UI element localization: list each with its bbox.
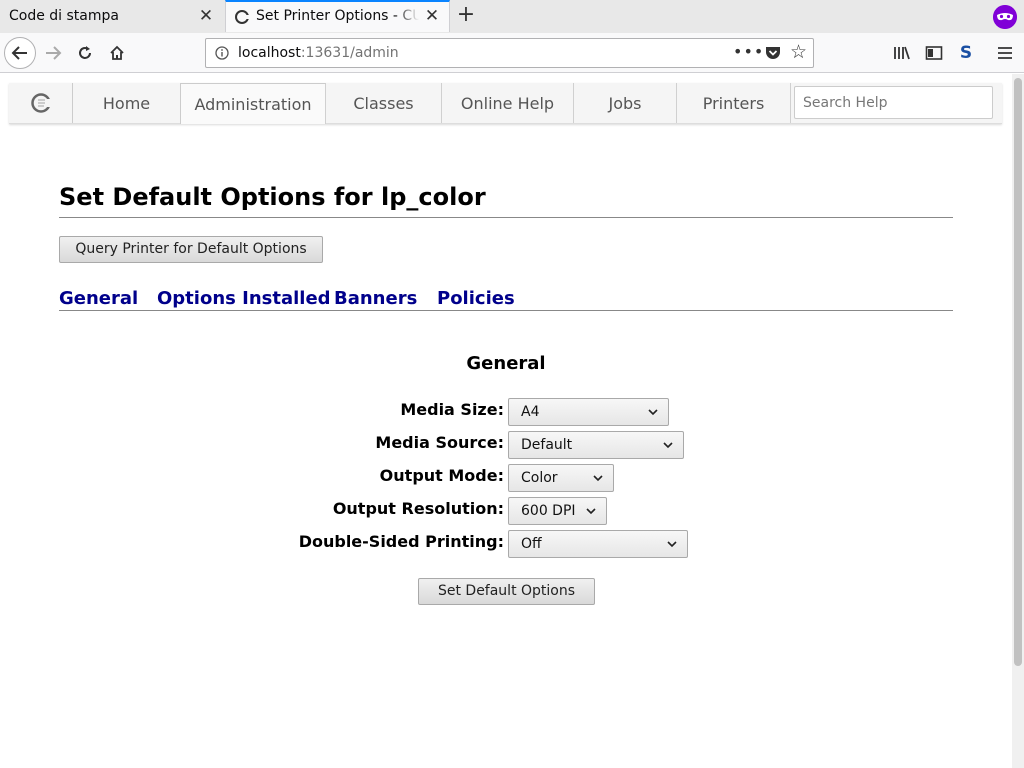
close-tab-icon[interactable]: ✕ xyxy=(422,6,442,26)
url-path: :13631/admin xyxy=(300,45,399,61)
cups-navigation-bar: Home Administration Classes Online Help … xyxy=(9,83,1002,124)
chevron-down-icon xyxy=(593,475,603,482)
tab-options-installed[interactable]: Options Installed xyxy=(157,288,331,309)
set-default-options-button[interactable]: Set Default Options xyxy=(418,578,595,605)
double-sided-printing-label: Double-Sided Printing: xyxy=(298,532,504,551)
page-title: Set Default Options for lp_color xyxy=(59,183,953,218)
search-help-input[interactable] xyxy=(794,86,993,119)
double-sided-printing-value: Off xyxy=(521,536,542,552)
sidebar-icon[interactable] xyxy=(922,41,946,65)
chevron-down-icon xyxy=(667,541,677,548)
double-sided-printing-select[interactable]: Off xyxy=(508,530,688,558)
media-size-select[interactable]: A4 xyxy=(508,398,669,426)
close-tab-icon[interactable]: ✕ xyxy=(196,6,216,26)
back-arrow-icon[interactable] xyxy=(4,37,36,69)
url-text[interactable]: localhost:13631/admin xyxy=(238,45,399,61)
site-info-icon[interactable] xyxy=(215,46,229,60)
page-viewport: Home Administration Classes Online Help … xyxy=(0,74,1012,768)
media-source-select[interactable]: Default xyxy=(508,431,684,459)
nav-online-help[interactable]: Online Help xyxy=(442,83,574,123)
section-heading: General xyxy=(466,353,546,374)
extension-s-icon[interactable]: S xyxy=(954,41,978,65)
hamburger-menu-icon[interactable] xyxy=(993,41,1017,65)
forward-arrow-icon[interactable] xyxy=(37,37,69,69)
option-section-tabs: General Options Installed Banners Polici… xyxy=(59,288,953,311)
home-icon[interactable] xyxy=(101,37,133,69)
media-size-label: Media Size: xyxy=(400,400,504,419)
media-source-value: Default xyxy=(521,437,573,453)
url-host: localhost xyxy=(238,45,301,61)
nav-jobs[interactable]: Jobs xyxy=(574,83,677,123)
tab-banners[interactable]: Banners xyxy=(334,288,417,309)
reload-icon[interactable] xyxy=(69,37,101,69)
pocket-icon[interactable] xyxy=(764,44,782,62)
browser-tab-set-printer-options[interactable]: Set Printer Options - CUPS ✕ xyxy=(225,0,450,32)
chevron-down-icon xyxy=(648,409,658,416)
tab-general[interactable]: General xyxy=(59,288,138,309)
chevron-down-icon xyxy=(663,442,673,449)
scrollbar-thumb[interactable] xyxy=(1014,78,1022,666)
nav-printers[interactable]: Printers xyxy=(677,83,791,123)
nav-administration[interactable]: Administration xyxy=(180,83,326,124)
page-actions-more-icon[interactable]: ••• xyxy=(733,42,764,61)
nav-classes[interactable]: Classes xyxy=(326,83,442,123)
tab-policies[interactable]: Policies xyxy=(437,288,515,309)
output-resolution-label: Output Resolution: xyxy=(332,499,504,518)
query-printer-button[interactable]: Query Printer for Default Options xyxy=(59,236,323,263)
media-size-value: A4 xyxy=(521,404,540,420)
output-resolution-select[interactable]: 600 DPI xyxy=(508,497,607,525)
library-icon[interactable] xyxy=(890,41,914,65)
output-mode-select[interactable]: Color xyxy=(508,464,614,492)
vertical-scrollbar[interactable] xyxy=(1012,74,1024,768)
output-mode-value: Color xyxy=(521,470,558,486)
media-source-label: Media Source: xyxy=(375,433,504,452)
cups-logo-icon xyxy=(31,93,51,113)
tab-title: Set Printer Options - CUPS xyxy=(256,8,419,24)
output-mode-label: Output Mode: xyxy=(379,466,504,485)
bookmark-star-icon[interactable]: ☆ xyxy=(790,41,807,63)
private-browsing-icon xyxy=(993,5,1017,29)
browser-tab-print-queues[interactable]: Code di stampa ✕ xyxy=(0,0,224,32)
address-bar[interactable]: localhost:13631/admin ••• ☆ xyxy=(205,38,814,68)
browser-navigation-bar: localhost:13631/admin ••• ☆ S xyxy=(0,33,1024,73)
browser-tab-bar: Code di stampa ✕ Set Printer Options - C… xyxy=(0,0,1024,33)
cups-logo[interactable] xyxy=(9,83,73,123)
output-resolution-value: 600 DPI xyxy=(521,503,576,519)
nav-home[interactable]: Home xyxy=(73,83,181,123)
chevron-down-icon xyxy=(586,508,596,515)
new-tab-icon[interactable]: + xyxy=(454,4,478,28)
cups-favicon-icon xyxy=(235,10,249,24)
tab-title: Code di stampa xyxy=(9,8,119,24)
